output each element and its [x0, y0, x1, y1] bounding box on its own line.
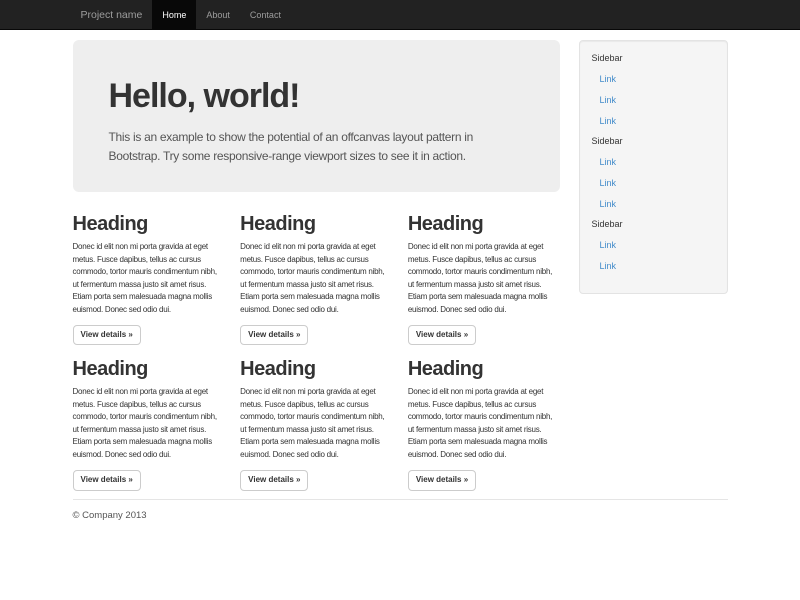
nav-link[interactable]: About: [196, 0, 240, 30]
card-heading: Heading: [240, 358, 392, 381]
main-content: Hello, world! This is an example to show…: [73, 40, 560, 491]
content-card: Heading Donec id elit non mi porta gravid…: [240, 358, 392, 490]
nav-link[interactable]: Contact: [240, 0, 291, 30]
content-card: Heading Donec id elit non mi porta gravid…: [73, 358, 225, 490]
view-details-button[interactable]: View details »: [240, 325, 308, 345]
card-body: Donec id elit non mi porta gravida at eg…: [408, 386, 560, 461]
footer-divider: [73, 499, 728, 500]
nav-item-home[interactable]: Home: [152, 0, 196, 30]
sidebar-link[interactable]: Link: [592, 194, 715, 215]
card-heading: Heading: [408, 358, 560, 381]
sidebar-group-title: Sidebar: [592, 136, 715, 147]
card-body: Donec id elit non mi porta gravida at eg…: [73, 386, 225, 461]
sidebar-link[interactable]: Link: [592, 173, 715, 194]
card-heading: Heading: [408, 213, 560, 236]
copyright-text: © Company 2013: [73, 510, 728, 521]
navbar: Project name HomeAboutContact: [0, 0, 800, 30]
view-details-button[interactable]: View details »: [73, 470, 141, 490]
sidebar-group: Sidebar LinkLink: [592, 219, 715, 277]
nav-link[interactable]: Home: [152, 0, 196, 30]
sidebar-group: SidebarLinkLinkLink: [592, 53, 715, 132]
content-card: Heading Donec id elit non mi porta gravid…: [73, 213, 225, 345]
sidebar-link[interactable]: Link: [592, 69, 715, 90]
cards-grid: Heading Donec id elit non mi porta gravid…: [73, 213, 560, 491]
sidebar-link[interactable]: Link: [592, 152, 715, 173]
card-body: Donec id elit non mi porta gravida at eg…: [240, 386, 392, 461]
sidebar-link[interactable]: Link: [592, 90, 715, 111]
jumbotron-description: This is an example to show the potential…: [109, 128, 524, 166]
main-row: Hello, world! This is an example to show…: [73, 40, 728, 491]
card-heading: Heading: [73, 213, 225, 236]
jumbotron: Hello, world! This is an example to show…: [73, 40, 560, 192]
navbar-menu: HomeAboutContact: [152, 0, 291, 30]
sidebar-group-title: Sidebar: [592, 53, 715, 64]
sidebar-link[interactable]: Link: [592, 111, 715, 132]
view-details-button[interactable]: View details »: [408, 470, 476, 490]
brand-link[interactable]: Project name: [73, 0, 151, 30]
sidebar-link[interactable]: Link: [592, 256, 715, 277]
footer: © Company 2013: [73, 510, 728, 521]
sidebar-link[interactable]: Link: [592, 235, 715, 256]
nav-item-contact[interactable]: Contact: [240, 0, 291, 30]
page-title: Hello, world!: [109, 76, 524, 116]
sidebar-panel: SidebarLinkLinkLinkSidebarLinkLinkLinkSi…: [579, 40, 728, 294]
view-details-button[interactable]: View details »: [240, 470, 308, 490]
card-body: Donec id elit non mi porta gravida at eg…: [73, 241, 225, 316]
sidebar-group: SidebarLinkLinkLink: [592, 136, 715, 215]
view-details-button[interactable]: View details »: [408, 325, 476, 345]
card-body: Donec id elit non mi porta gravida at eg…: [408, 241, 560, 316]
sidebar-group-title: Sidebar: [592, 219, 715, 230]
nav-item-about[interactable]: About: [196, 0, 240, 30]
content-card: Heading Donec id elit non mi porta gravid…: [408, 358, 560, 490]
card-body: Donec id elit non mi porta gravida at eg…: [240, 241, 392, 316]
view-details-button[interactable]: View details »: [73, 325, 141, 345]
card-heading: Heading: [73, 358, 225, 381]
content-card: Heading Donec id elit non mi porta gravid…: [240, 213, 392, 345]
content-card: Heading Donec id elit non mi porta gravid…: [408, 213, 560, 345]
card-heading: Heading: [240, 213, 392, 236]
